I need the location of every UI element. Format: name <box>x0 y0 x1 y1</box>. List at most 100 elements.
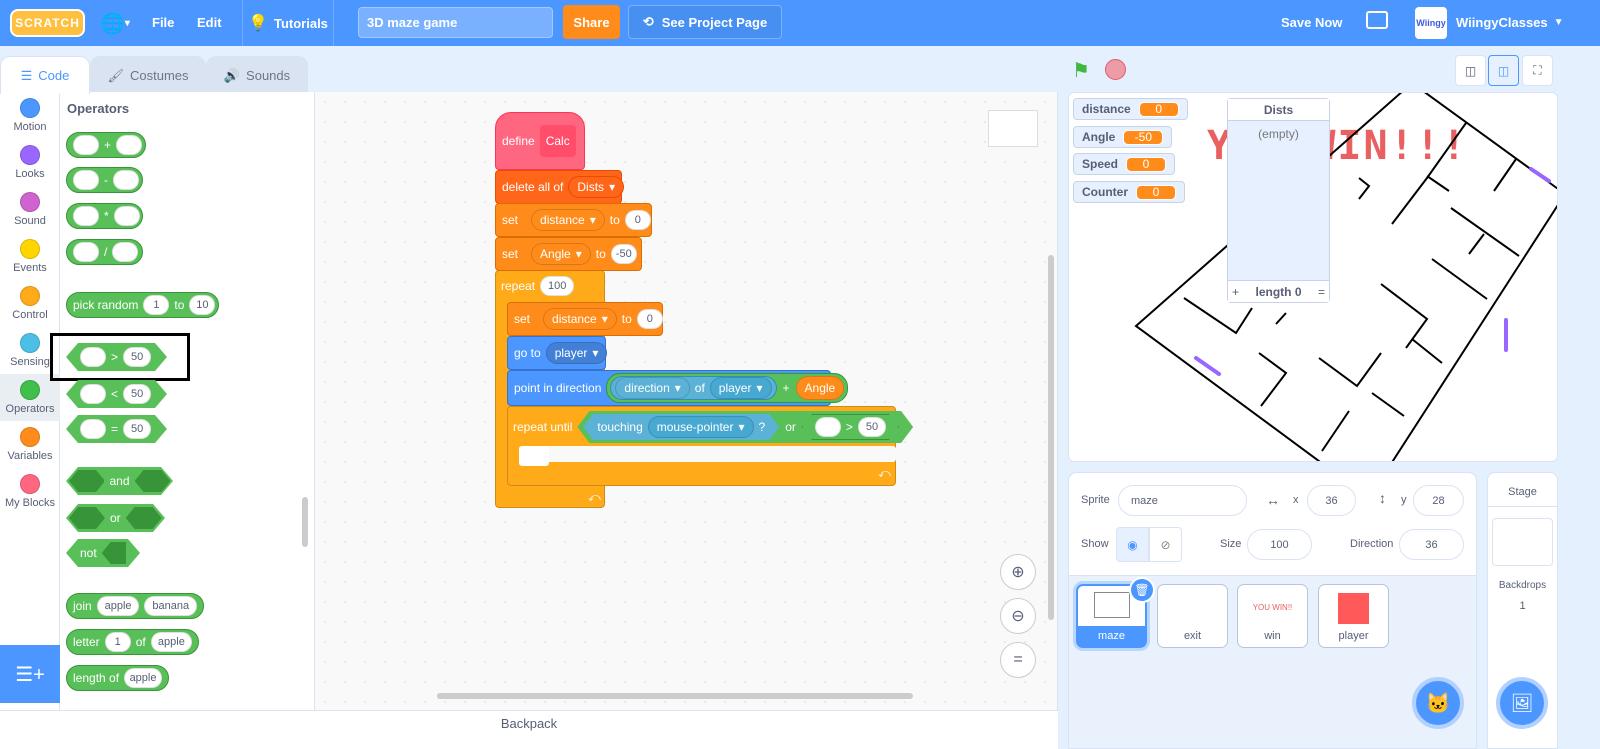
operand-input[interactable] <box>116 135 143 155</box>
normal-stage-button[interactable]: ◫ <box>1488 55 1519 86</box>
operand-input[interactable]: 50 <box>123 419 151 439</box>
touching-block[interactable]: touching mouse-pointer ▾? <box>583 414 779 440</box>
list-resize-handle[interactable]: = <box>1318 285 1325 299</box>
sprite-dropdown[interactable]: player ▾ <box>709 377 772 399</box>
share-button[interactable]: Share <box>563 5 620 39</box>
set-variable-block[interactable]: set distance ▾ to 0 <box>507 302 663 336</box>
avatar[interactable]: Wiingy <box>1415 7 1447 39</box>
operand-input[interactable] <box>73 170 99 190</box>
operand-input[interactable] <box>113 170 139 190</box>
tab-costumes[interactable]: 🖌 Costumes <box>90 56 206 94</box>
letter-index-input[interactable]: 1 <box>104 632 131 652</box>
category-operators[interactable]: Operators <box>0 374 60 421</box>
list-monitor-dists[interactable]: Dists (empty) + length 0 = <box>1227 98 1330 303</box>
greater-than-block[interactable]: >50 <box>66 343 167 371</box>
greater-than-block[interactable]: >50 <box>802 414 899 440</box>
multiply-block[interactable]: * <box>66 203 143 229</box>
variable-dropdown[interactable]: Angle ▾ <box>531 243 591 265</box>
see-project-page-button[interactable]: ⟲ See Project Page <box>628 5 782 39</box>
x-input[interactable]: 36 <box>1307 485 1356 516</box>
y-input[interactable]: 28 <box>1413 485 1464 516</box>
add-extension-button[interactable]: ☰+ <box>0 645 60 703</box>
account-menu[interactable]: WiingyClasses ▼ <box>1456 15 1564 30</box>
tab-code[interactable]: ☰ Code <box>0 56 90 94</box>
category-events[interactable]: Events <box>0 233 60 280</box>
my-stuff-folder-icon[interactable] <box>1366 11 1388 29</box>
value-input[interactable]: 0 <box>624 210 651 230</box>
backpack[interactable]: Backpack <box>0 710 1058 749</box>
green-flag-icon[interactable]: ⚑ <box>1072 58 1090 83</box>
sprite-tile-win[interactable]: YOU WIN!! win <box>1237 584 1308 648</box>
variable-monitor-speed[interactable]: Speed 0 <box>1073 153 1176 175</box>
set-variable-block[interactable]: set distance ▾ to 0 <box>495 203 652 237</box>
variable-monitor-distance[interactable]: distance 0 <box>1073 98 1188 120</box>
file-menu[interactable]: File <box>152 15 174 30</box>
sprite-tile-exit[interactable]: exit <box>1157 584 1228 648</box>
point-in-direction-block[interactable]: point in direction direction ▾ of player ▾ +… <box>507 370 849 406</box>
variable-monitor-counter[interactable]: Counter 0 <box>1073 181 1185 203</box>
not-block[interactable]: not <box>66 539 140 567</box>
variable-dropdown[interactable]: distance ▾ <box>543 308 617 330</box>
add-block[interactable]: + <box>66 132 146 158</box>
tutorials-button[interactable]: 💡 Tutorials <box>242 0 334 46</box>
script-vertical-scrollbar[interactable] <box>1048 255 1054 620</box>
pick-random-block[interactable]: pick random 1 to 10 <box>66 292 219 318</box>
value-input[interactable]: -50 <box>610 244 637 264</box>
category-sound[interactable]: Sound <box>0 186 60 233</box>
category-motion[interactable]: Motion <box>0 92 60 139</box>
palette-scrollbar[interactable] <box>302 497 308 547</box>
category-my-blocks[interactable]: My Blocks <box>0 468 60 515</box>
category-looks[interactable]: Looks <box>0 139 60 186</box>
edit-menu[interactable]: Edit <box>197 15 222 30</box>
equals-block[interactable]: = 50 <box>66 415 167 443</box>
go-to-block[interactable]: go to player ▾ <box>507 336 608 370</box>
operand-input[interactable] <box>80 419 106 439</box>
operand-input[interactable] <box>815 417 841 437</box>
operand-input[interactable]: 50 <box>123 384 151 404</box>
choose-sprite-button[interactable]: 🐱 <box>1412 677 1464 729</box>
divide-block[interactable]: / <box>66 239 143 265</box>
or-condition[interactable]: touching mouse-pointer ▾? or >50 <box>577 411 913 443</box>
backdrop-thumbnail[interactable] <box>1492 518 1553 566</box>
scratch-logo[interactable]: SCRATCH <box>10 9 85 37</box>
direction-input[interactable]: 36 <box>1399 529 1464 560</box>
zoom-out-button[interactable]: ⊖ <box>1000 598 1036 634</box>
operand-input[interactable] <box>73 206 99 226</box>
operand-input[interactable] <box>112 242 139 262</box>
project-title-input[interactable]: 3D maze game <box>358 7 553 38</box>
tab-sounds[interactable]: 🔊 Sounds <box>206 56 308 94</box>
operand-input[interactable]: 50 <box>858 417 886 437</box>
show-sprite-button[interactable]: ◉ <box>1116 527 1149 562</box>
list-add-button[interactable]: + <box>1232 285 1239 299</box>
set-variable-block[interactable]: set Angle ▾ to -50 <box>495 237 642 271</box>
attribute-of-block[interactable]: direction ▾ of player ▾ <box>610 376 777 400</box>
value-input[interactable]: 0 <box>636 309 663 329</box>
repeat-count-input[interactable]: 100 <box>540 276 575 296</box>
less-than-block[interactable]: <50 <box>66 380 167 408</box>
touching-dropdown[interactable]: mouse-pointer ▾ <box>648 416 754 438</box>
random-to-input[interactable]: 10 <box>189 295 216 315</box>
save-now-button[interactable]: Save Now <box>1281 15 1342 30</box>
operand-input[interactable] <box>80 384 106 404</box>
small-stage-button[interactable]: ◫ <box>1455 55 1486 86</box>
size-input[interactable]: 100 <box>1247 529 1312 560</box>
and-block[interactable]: and <box>66 467 173 495</box>
operand-input[interactable] <box>80 347 106 367</box>
letter-of-block[interactable]: letter 1 of apple <box>66 629 199 655</box>
stop-icon[interactable] <box>1105 59 1126 80</box>
join-input[interactable]: banana <box>144 596 197 616</box>
sprite-tile-player[interactable]: player <box>1318 584 1389 648</box>
language-globe-icon[interactable]: 🌐 ▾ <box>100 11 130 36</box>
add-operator-block[interactable]: direction ▾ of player ▾ + Angle <box>606 373 849 403</box>
reset-zoom-button[interactable]: = <box>1000 642 1036 678</box>
fullscreen-button[interactable]: ⛶ <box>1522 55 1553 86</box>
define-block[interactable]: define Calc <box>495 112 585 170</box>
attribute-dropdown[interactable]: direction ▾ <box>615 377 690 399</box>
script-horizontal-scrollbar[interactable] <box>437 693 913 699</box>
variable-dropdown[interactable]: distance ▾ <box>531 209 605 231</box>
join-input[interactable]: apple <box>96 596 140 616</box>
hide-sprite-button[interactable]: ⊘ <box>1149 527 1182 562</box>
zoom-in-button[interactable]: ⊕ <box>1000 554 1036 590</box>
length-string-input[interactable]: apple <box>124 668 162 688</box>
list-dropdown[interactable]: Dists ▾ <box>568 176 625 198</box>
